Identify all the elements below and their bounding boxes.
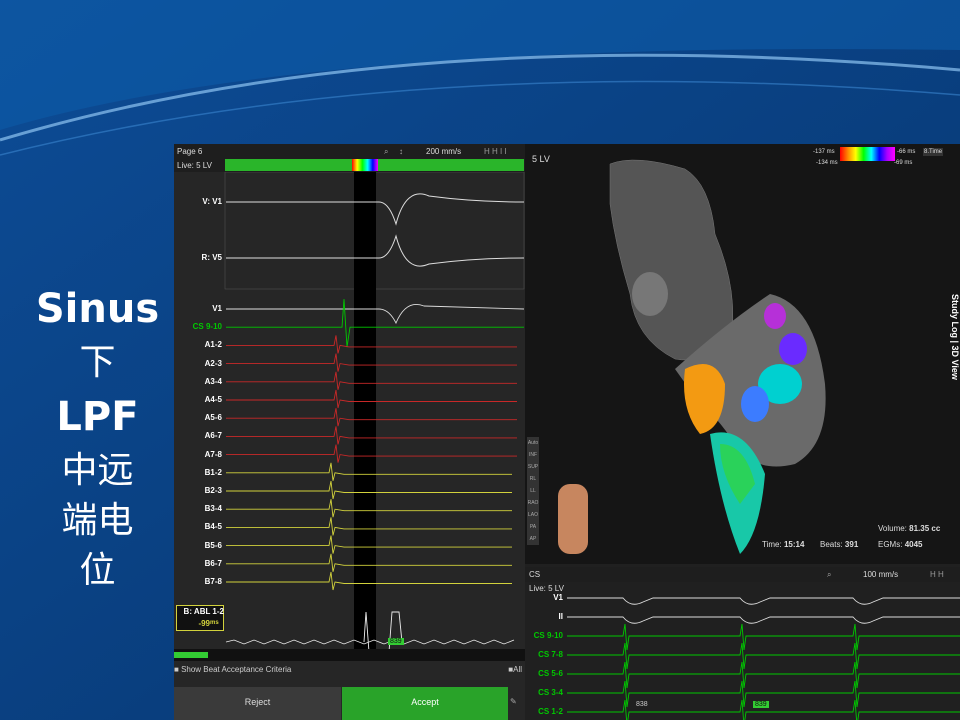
beats-readout: Beats: 391: [820, 540, 858, 549]
time-readout: Time: 15:14: [762, 540, 804, 549]
channel-label: A5-6: [204, 413, 222, 423]
orientation-figure: [558, 484, 588, 554]
egm-toolbar: Page 6 200 mm/s ⌕ ↕ H H I I: [174, 144, 525, 159]
channel-label: V1: [212, 304, 222, 313]
channel-label: B4-5: [204, 522, 222, 532]
egm-traces: [224, 172, 525, 652]
title-line: 位: [79, 550, 116, 591]
channel-label: CS 9-10: [192, 322, 222, 332]
cs-trace: [567, 642, 960, 670]
annotation-window: [354, 172, 376, 650]
marker-tools-icon[interactable]: H H I I: [484, 147, 507, 156]
channel-label: B5-6: [204, 540, 222, 550]
cs-marker-1[interactable]: 838: [636, 701, 648, 708]
egms-value: 4045: [904, 540, 923, 549]
time-value: 15:14: [783, 540, 805, 549]
volume-readout: Volume: 81.35 cc: [878, 524, 940, 533]
cs-zoom-icon[interactable]: ⌕: [827, 570, 831, 580]
cs-page-selector[interactable]: CS: [529, 570, 540, 579]
cs-channel-label: CS 3-4: [538, 688, 563, 697]
abl-value: -99: [198, 619, 210, 628]
volume-value: 81.35 cc: [909, 524, 941, 533]
map-panel[interactable]: 5 LV -137 ms -134 ms -66 ms -69 ms 8.Tim…: [525, 144, 960, 564]
beats-label: Beats:: [820, 540, 843, 549]
channel-label: B3-4: [204, 504, 222, 514]
cs-trace: [567, 661, 960, 689]
view-button[interactable]: RL: [527, 473, 539, 485]
view-button[interactable]: PA: [527, 521, 539, 533]
view-button[interactable]: INF: [527, 449, 539, 461]
cs-channel-label: II: [558, 612, 563, 621]
channel-label: B2-3: [204, 486, 222, 495]
channel-label: A3-4: [204, 376, 222, 386]
title-line: Sinus: [35, 286, 160, 332]
view-button[interactable]: RAO: [527, 497, 539, 509]
abl-label: B: ABL 1-2: [183, 607, 224, 616]
cs-channel-label: CS 5-6: [538, 669, 563, 678]
reject-button[interactable]: Reject: [174, 687, 341, 720]
title-line: 下: [79, 342, 116, 383]
title-line: 中远: [61, 450, 134, 491]
beats-value: 391: [844, 540, 859, 549]
view-button[interactable]: LAO: [527, 509, 539, 521]
egms-label: EGMs:: [878, 540, 903, 549]
cs-trace: [567, 623, 960, 651]
accept-button[interactable]: Accept: [342, 687, 508, 720]
slide-title: Sinus 下 LPF 中远 端电 位: [20, 280, 175, 596]
channel-label: B7-8: [204, 577, 222, 586]
study-log-tab[interactable]: Study Log | 3D View: [950, 294, 960, 380]
scroll-thumb[interactable]: [174, 652, 208, 658]
cs-trace: [567, 616, 960, 624]
view-button[interactable]: SUP: [527, 461, 539, 473]
beat-marker[interactable]: 839: [388, 638, 404, 645]
view-button[interactable]: LL: [527, 485, 539, 497]
title-line: LPF: [56, 394, 139, 440]
cs-channel-label: CS 7-8: [538, 650, 563, 659]
show-beat-checkbox[interactable]: ■ Show Beat Acceptance Criteria: [174, 665, 291, 674]
speed-selector[interactable]: 200 mm/s: [426, 147, 461, 156]
3d-map[interactable]: [525, 144, 960, 564]
page-selector[interactable]: Page 6: [177, 147, 202, 156]
cs-traces: [567, 597, 960, 720]
zoom-icon[interactable]: ⌕: [384, 147, 388, 157]
channel-label: A1-2: [204, 340, 222, 350]
channel-label: A7-8: [204, 449, 222, 459]
channel-label: B6-7: [204, 558, 222, 568]
surface-label: V: V1: [202, 197, 222, 206]
caliper-icon[interactable]: ↕: [399, 147, 403, 156]
time-label: Time:: [762, 540, 782, 549]
cs-marker-2[interactable]: 839: [753, 701, 769, 708]
egms-readout: EGMs: 4045: [878, 540, 922, 549]
title-line: 端电: [61, 500, 134, 541]
options-icon[interactable]: ✎: [510, 697, 517, 706]
channel-label: A6-7: [204, 431, 222, 441]
cs-channel-label: CS 1-2: [538, 707, 563, 716]
channel-label: A2-3: [204, 358, 222, 368]
cs-channel-label: CS 9-10: [533, 631, 563, 640]
channel-label: A4-5: [204, 395, 222, 404]
abl-unit: ms: [210, 620, 219, 626]
show-beat-label: Show Beat Acceptance Criteria: [181, 665, 292, 674]
cs-trace: [567, 597, 960, 605]
cs-speed-selector[interactable]: 100 mm/s: [863, 570, 898, 579]
scroll-track[interactable]: [174, 649, 525, 661]
cs-panel: CS 100 mm/s ⌕ H H Live: 5 LV V1 II CS 9-10…: [525, 564, 960, 720]
view-button[interactable]: AP: [527, 533, 539, 545]
surface-label: R: V5: [201, 253, 222, 262]
view-button[interactable]: Auto: [527, 437, 539, 449]
cs-channel-label: V1: [553, 593, 563, 602]
timeline-window[interactable]: [352, 159, 378, 171]
egm-panel: Page 6 200 mm/s ⌕ ↕ H H I I Live: 5 LV V…: [174, 144, 525, 720]
cs-toolbar: CS 100 mm/s ⌕ H H: [525, 567, 960, 582]
cs-marker-tools-icon[interactable]: H H: [930, 570, 944, 579]
live-label: Live: 5 LV: [177, 161, 212, 170]
volume-label: Volume:: [878, 524, 907, 533]
channel-label: B1-2: [204, 467, 222, 477]
